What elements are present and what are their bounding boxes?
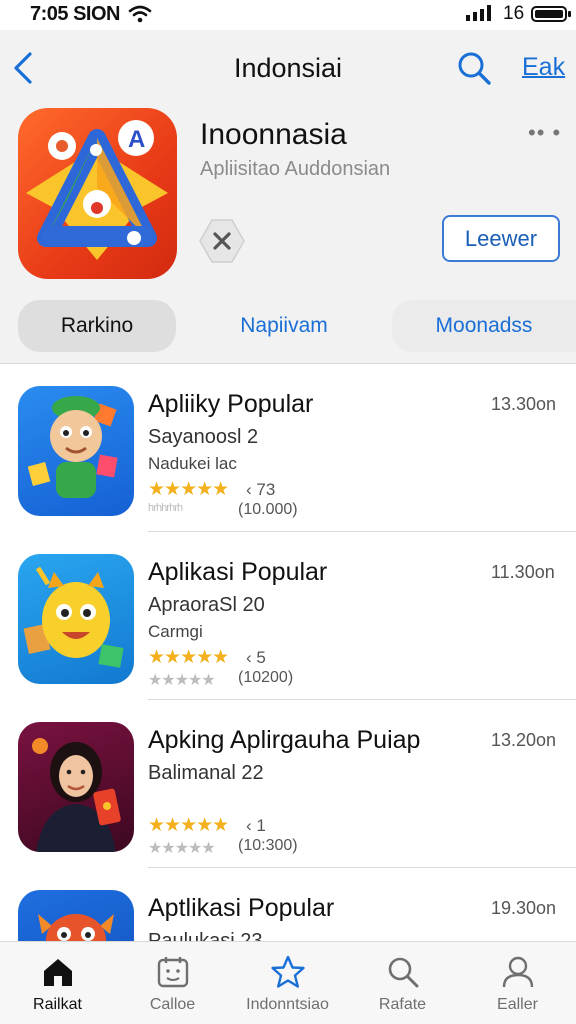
ghost-rating: ʰʳʰʰʳʰʳʰ [148,502,183,519]
nav-link-button[interactable]: Eak [522,53,565,82]
app-name: Inoonnasia [200,118,347,151]
ghost-rating: ★★★★★ [148,840,216,857]
person-icon [502,956,533,988]
tabbar-label: Rafate [378,996,427,1013]
app-title: Apliiky Popular [148,390,314,418]
app-thumbnail [18,722,134,852]
tab-ranking[interactable]: Rarkino [18,300,176,352]
star-icon [270,955,305,988]
app-icon: A [18,108,177,279]
app-size: 13.20on [491,730,557,750]
review-count: (10:300) [238,837,298,854]
app-size: 19.30on [491,898,557,918]
app-size: 13.30on [491,394,557,414]
tab-second[interactable]: Napiivam [200,300,368,352]
review-count: (10200) [238,669,294,686]
app-category: Nadukei lac [148,454,237,473]
tabbar-item-home[interactable]: Railkat [0,942,115,1024]
wifi-icon [128,5,152,23]
list-item[interactable]: Apliiky Popular Sayanoosl 2 Nadukei lac … [0,364,576,532]
home-icon [43,959,72,986]
close-icon[interactable] [198,218,246,264]
app-title: Aptlikasi Popular [148,894,335,922]
ghost-rating: ★★★★★ [148,672,216,689]
rating-stars: ★★★★★ [148,815,229,836]
segment-control: Rarkino Napiivam Moonadss [0,300,576,356]
status-time: 7:05 SION [30,3,120,25]
app-thumbnail [18,554,134,684]
tabbar-item-search[interactable]: Rafate [345,942,460,1024]
rating-value: ‹ 73 [246,480,276,499]
list-item[interactable]: Apking Aplirgauha Puiap Balimanal 22 13.… [0,700,576,868]
battery-icon [531,6,571,22]
more-options-icon[interactable]: •• • [528,120,561,146]
app-subtitle: Apliisitao Auddonsian [200,158,391,180]
app-category: Carmgi [148,622,203,641]
svg-text:A: A [128,126,145,153]
calendar-face-icon [157,957,188,988]
rating-value: ‹ 5 [246,648,266,667]
tabbar-item-profile[interactable]: Ealler [460,942,575,1024]
search-icon[interactable] [456,50,492,86]
app-size: 11.30on [491,562,555,582]
app-title: Aplikasi Popular [148,558,328,586]
rating-stars: ★★★★★ [148,479,229,500]
review-count: (10.000) [238,501,298,518]
tab-third[interactable]: Moonadss [392,300,576,352]
app-title: Apking Aplirgauha Puiap [148,726,421,754]
tabbar-label: Calloe [149,996,196,1013]
bottom-tab-bar: Railkat Calloe Indonntsiao Rafate Ealler [0,941,576,1024]
list-item[interactable]: Aplikasi Popular ApraoraSl 20 Carmgi 11.… [0,532,576,700]
app-subtitle: Sayanoosl 2 [148,426,259,448]
app-subtitle: Balimanal 22 [148,762,264,784]
app-subtitle: ApraoraSl 20 [148,594,265,616]
status-bar: 7:05 SION 16 [0,0,576,30]
signal-icon [466,5,491,21]
search-icon [388,957,418,988]
rating-stars: ★★★★★ [148,647,229,668]
battery-level: 16 [503,3,525,24]
get-button[interactable]: Leewer [442,215,560,262]
rating-value: ‹ 1 [246,816,266,835]
tabbar-label: Railkat [33,996,82,1013]
tabbar-label: Indonntsiao [246,996,329,1013]
tabbar-label: Ealler [497,996,538,1013]
tabbar-item-featured[interactable]: Indonntsiao [230,942,345,1024]
tabbar-item-calendar[interactable]: Calloe [115,942,230,1024]
app-thumbnail [18,386,134,516]
